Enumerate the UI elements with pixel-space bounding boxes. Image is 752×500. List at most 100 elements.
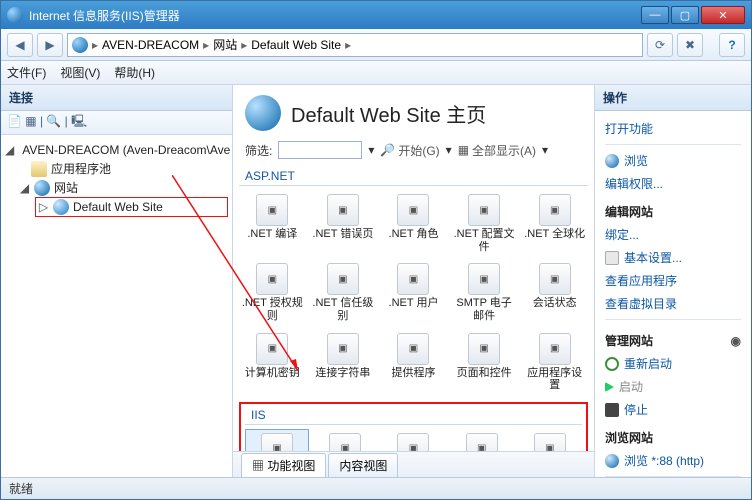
feature-icon: ▣ <box>397 433 429 451</box>
feature--NET-配置文件[interactable]: ▣.NET 配置文件 <box>451 190 518 257</box>
group-aspnet: ASP.NET <box>239 165 588 185</box>
feature-提供程序[interactable]: ▣提供程序 <box>380 329 447 396</box>
nav-toolbar: ◀ ▶ ▸ AVEN-DREACOM ▸ 网站 ▸ Default Web Si… <box>1 29 751 61</box>
action-stop[interactable]: 停止 <box>605 398 741 421</box>
menu-help[interactable]: 帮助(H) <box>114 64 155 81</box>
tree-default-site[interactable]: ▷ Default Web Site <box>35 197 228 217</box>
feature--NET-错误页[interactable]: ▣.NET 错误页 <box>310 190 377 257</box>
feature-页面和控件[interactable]: ▣页面和控件 <box>451 329 518 396</box>
feature-HTTP-响应标头[interactable]: ▣HTTP 响应标头 <box>381 429 445 451</box>
action-bindings[interactable]: 绑定... <box>605 223 741 246</box>
app-pool-icon <box>31 161 47 177</box>
iis-icon <box>7 7 23 23</box>
action-basic-settings[interactable]: 基本设置... <box>605 246 741 269</box>
feature--NET-信任级别[interactable]: ▣.NET 信任级别 <box>310 259 377 326</box>
connections-pane: 连接 📄 ▦ | 🔍 | 🖳 ◢ AVEN-DREACOM (Aven-Drea… <box>1 85 233 477</box>
feature-icon: ▣ <box>534 433 566 451</box>
feature-pane: Default Web Site 主页 筛选: ▾ 🔎 开始(G) ▾ ▦ 全部… <box>233 85 595 477</box>
menu-bar: 文件(F) 视图(V) 帮助(H) <box>1 61 751 85</box>
forward-button[interactable]: ▶ <box>37 33 63 57</box>
feature-icon: ▣ <box>539 263 571 295</box>
group-iis: IIS <box>245 408 582 424</box>
action-browse-80[interactable]: 浏览 *:88 (http) <box>605 449 741 472</box>
back-button[interactable]: ◀ <box>7 33 33 57</box>
feature-icon: ▣ <box>256 194 288 226</box>
sites-icon <box>34 180 50 196</box>
feature-icon: ▣ <box>466 433 498 451</box>
window-title: Internet 信息服务(IIS)管理器 <box>29 7 641 24</box>
section-browse-site: 浏览网站 <box>605 421 741 449</box>
feature-icon: ▣ <box>256 333 288 365</box>
feature-icon: ▣ <box>397 263 429 295</box>
tree-server[interactable]: ◢ AVEN-DREACOM (Aven-Dreacom\Ave <box>5 141 228 159</box>
feature--NET-全球化[interactable]: ▣.NET 全球化 <box>521 190 588 257</box>
feature--NET-编译[interactable]: ▣.NET 编译 <box>239 190 306 257</box>
action-view-vdirs[interactable]: 查看虚拟目录 <box>605 292 741 315</box>
feature-应用程序设置[interactable]: ▣应用程序设置 <box>521 329 588 396</box>
menu-file[interactable]: 文件(F) <box>7 64 46 81</box>
tree-app-pools[interactable]: 应用程序池 <box>5 159 228 178</box>
tab-features-view[interactable]: ▦ 功能视图 <box>241 453 326 477</box>
stop-button[interactable]: ✖ <box>677 33 703 57</box>
titlebar[interactable]: Internet 信息服务(IIS)管理器 — ▢ ✕ <box>1 1 751 29</box>
help-nav-button[interactable]: ? <box>719 33 745 57</box>
status-bar: 就绪 <box>1 477 751 499</box>
tree-sites[interactable]: ◢ 网站 <box>5 178 228 197</box>
actions-header: 操作 <box>595 85 751 111</box>
action-open-feature[interactable]: 打开功能 <box>605 117 741 140</box>
connections-toolbar[interactable]: 📄 ▦ | 🔍 | 🖳 <box>1 111 232 135</box>
feature--NET-授权规则[interactable]: ▣.NET 授权规则 <box>239 259 306 326</box>
feature--NET-用户[interactable]: ▣.NET 用户 <box>380 259 447 326</box>
feature-icon: ▣ <box>256 263 288 295</box>
iis-highlight-box: IIS ▣ASP▣CGI▣HTTP 响应标头▣HTTP 重定向▣IP 地址和域限… <box>239 402 588 451</box>
feature-icon: ▣ <box>468 333 500 365</box>
feature--NET-角色[interactable]: ▣.NET 角色 <box>380 190 447 257</box>
breadcrumb[interactable]: ▸ AVEN-DREACOM ▸ 网站 ▸ Default Web Site ▸ <box>67 33 643 57</box>
feature-ASP[interactable]: ▣ASP <box>245 429 309 451</box>
menu-view[interactable]: 视图(V) <box>60 64 100 81</box>
crumb-site[interactable]: Default Web Site <box>251 38 341 52</box>
expand-icon[interactable]: ▷ <box>38 200 49 214</box>
feature-icon: ▣ <box>329 433 361 451</box>
feature-计算机密钥[interactable]: ▣计算机密钥 <box>239 329 306 396</box>
action-start[interactable]: 启动 <box>605 375 741 398</box>
feature-icon: ▣ <box>261 433 293 451</box>
action-explore[interactable]: 浏览 <box>605 149 741 172</box>
showall-button[interactable]: ▦ 全部显示(A) <box>458 142 536 159</box>
feature-icon: ▣ <box>468 263 500 295</box>
filter-bar: 筛选: ▾ 🔎 开始(G) ▾ ▦ 全部显示(A) ▾ <box>233 137 594 163</box>
section-manage-site: 管理网站◉ <box>605 324 741 352</box>
action-edit-permissions[interactable]: 编辑权限... <box>605 172 741 195</box>
minimize-button[interactable]: — <box>641 6 669 24</box>
maximize-button[interactable]: ▢ <box>671 6 699 24</box>
feature-会话状态[interactable]: ▣会话状态 <box>521 259 588 326</box>
feature-HTTP-重定向[interactable]: ▣HTTP 重定向 <box>450 429 514 451</box>
feature-IP-地址和域限制[interactable]: ▣IP 地址和域限制 <box>518 429 582 451</box>
close-button[interactable]: ✕ <box>701 6 745 24</box>
feature-icon: ▣ <box>468 194 500 226</box>
start-icon <box>605 382 614 392</box>
collapse-icon[interactable]: ◢ <box>5 143 14 157</box>
filter-label: 筛选: <box>245 142 272 159</box>
section-edit-site: 编辑网站 <box>605 195 741 223</box>
feature-list[interactable]: ASP.NET ▣.NET 编译▣.NET 错误页▣.NET 角色▣.NET 配… <box>233 163 594 451</box>
tab-content-view[interactable]: 内容视图 <box>328 453 398 477</box>
collapse-icon[interactable]: ◢ <box>19 181 30 195</box>
restart-icon <box>605 357 619 371</box>
globe-icon <box>72 37 88 53</box>
site-globe-icon <box>245 95 281 131</box>
filter-input[interactable] <box>278 141 362 159</box>
refresh-button[interactable]: ⟳ <box>647 33 673 57</box>
feature-连接字符串[interactable]: ▣连接字符串 <box>310 329 377 396</box>
action-restart[interactable]: 重新启动 <box>605 352 741 375</box>
feature-SMTP-电子邮件[interactable]: ▣SMTP 电子邮件 <box>451 259 518 326</box>
crumb-server[interactable]: AVEN-DREACOM <box>102 38 199 52</box>
action-view-apps[interactable]: 查看应用程序 <box>605 269 741 292</box>
feature-icon: ▣ <box>327 333 359 365</box>
crumb-sites[interactable]: 网站 <box>213 36 237 53</box>
page-title-row: Default Web Site 主页 <box>233 85 594 137</box>
go-button[interactable]: 🔎 开始(G) <box>380 142 439 159</box>
feature-icon: ▣ <box>327 194 359 226</box>
status-text: 就绪 <box>9 480 33 497</box>
feature-CGI[interactable]: ▣CGI <box>313 429 377 451</box>
